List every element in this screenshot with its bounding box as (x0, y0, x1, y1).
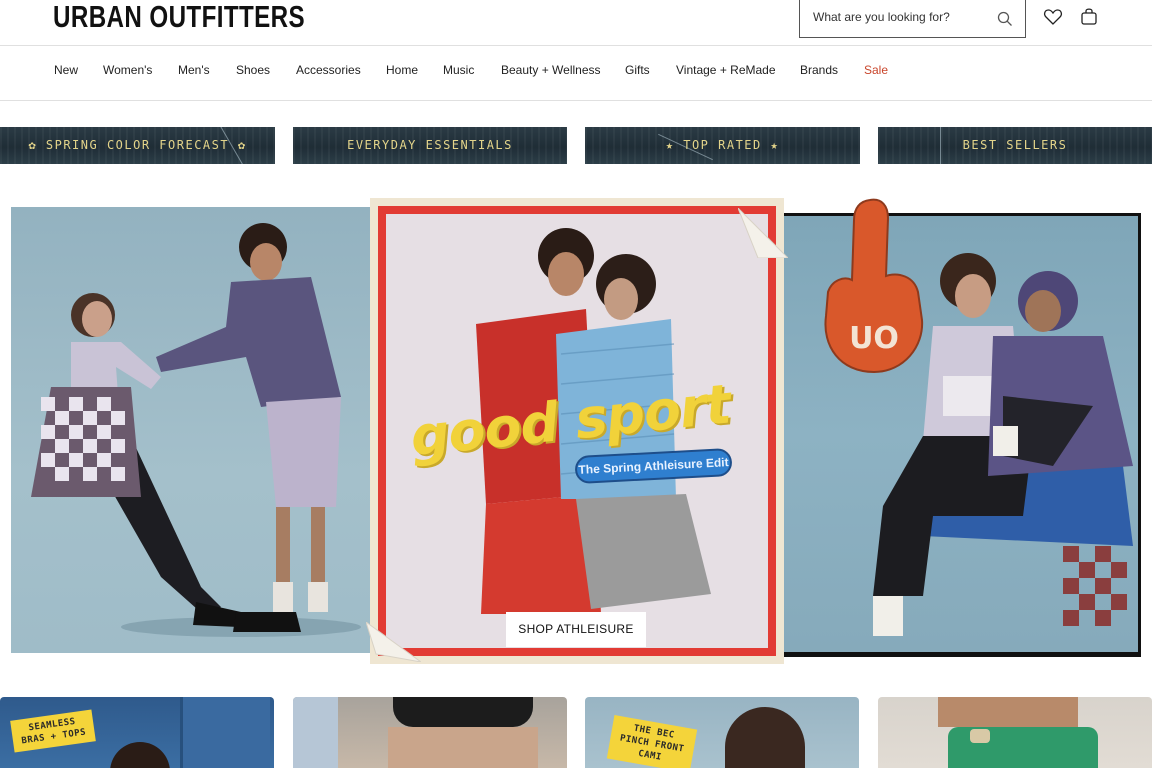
bracelet (970, 729, 990, 743)
tile-sticker: SEAMLESS BRAS + TOPS (10, 709, 96, 753)
nav-item-shoes[interactable]: Shoes (236, 63, 270, 77)
promo-everyday-essentials[interactable]: EVERYDAY ESSENTIALS (293, 127, 567, 164)
nav-item-accessories[interactable]: Accessories (296, 63, 361, 77)
model-torso (388, 727, 538, 768)
folded-corner-top-right (738, 208, 788, 258)
folded-corner-bottom-left (366, 622, 421, 662)
product-tile-1[interactable]: SEAMLESS BRAS + TOPS (0, 697, 274, 768)
promo-label: EVERYDAY ESSENTIALS (347, 138, 513, 152)
promo-best-sellers[interactable]: BEST SELLERS (878, 127, 1152, 164)
nav-item-brands[interactable]: Brands (800, 63, 838, 77)
main-nav: New Women's Men's Shoes Accessories Home… (0, 46, 1152, 101)
search-icon[interactable] (997, 11, 1013, 27)
model-torso (938, 697, 1078, 727)
brand-logo[interactable]: URBAN OUTFITTERS (53, 0, 305, 34)
nav-item-new[interactable]: New (54, 63, 78, 77)
nav-item-music[interactable]: Music (443, 63, 474, 77)
nav-item-womens[interactable]: Women's (103, 63, 152, 77)
promo-label: ★ TOP RATED ★ (665, 138, 780, 152)
promo-label: BEST SELLERS (962, 138, 1068, 152)
foam-finger-icon: UO (824, 198, 924, 374)
site-header: URBAN OUTFITTERS What are you looking fo… (0, 0, 1152, 46)
model-head (110, 742, 170, 768)
tile-sticker: THE BEC PINCH FRONT CAMI (606, 715, 698, 768)
shirt-sleeve (293, 697, 338, 768)
shop-athleisure-button[interactable]: SHOP ATHLEISURE (506, 612, 646, 647)
hero-left-photo[interactable] (11, 207, 381, 653)
search-placeholder: What are you looking for? (813, 10, 950, 24)
promo-spring-color-forecast[interactable]: ✿ SPRING COLOR FORECAST ✿ (0, 127, 275, 164)
nav-item-sale[interactable]: Sale (864, 63, 888, 77)
heart-icon[interactable] (1043, 7, 1063, 27)
nav-item-mens[interactable]: Men's (178, 63, 210, 77)
product-tile-4[interactable] (878, 697, 1152, 768)
locker-panel (180, 697, 270, 768)
promo-top-rated[interactable]: ★ TOP RATED ★ (585, 127, 860, 164)
nav-item-gifts[interactable]: Gifts (625, 63, 650, 77)
model-head (725, 707, 805, 768)
nav-item-vintage-remade[interactable]: Vintage + ReMade (676, 63, 776, 77)
couple-illustration (31, 223, 361, 637)
sports-bra (393, 697, 533, 727)
nav-item-beauty-wellness[interactable]: Beauty + Wellness (501, 63, 601, 77)
search-input[interactable]: What are you looking for? (799, 0, 1026, 38)
product-tile-2[interactable] (293, 697, 567, 768)
finger-text: UO (849, 321, 899, 356)
nav-item-home[interactable]: Home (386, 63, 418, 77)
shopping-bag-icon[interactable] (1079, 6, 1099, 26)
product-tile-3[interactable]: THE BEC PINCH FRONT CAMI (585, 697, 859, 768)
promo-label: ✿ SPRING COLOR FORECAST ✿ (28, 138, 247, 152)
